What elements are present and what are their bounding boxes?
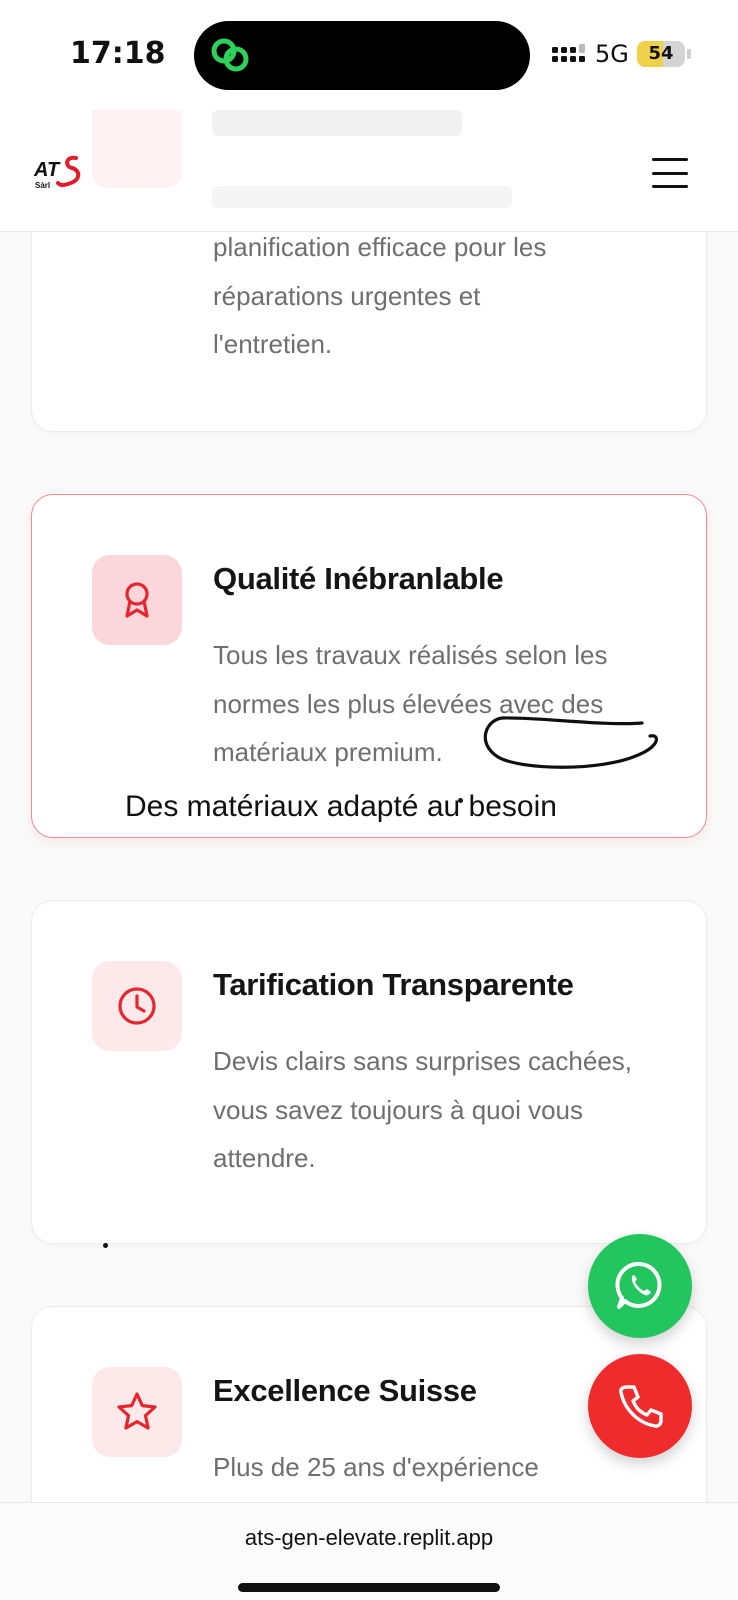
feature-icon-box (92, 1367, 182, 1457)
underlying-card-text (212, 186, 512, 208)
call-button[interactable] (588, 1354, 692, 1458)
feature-card-pricing: Tarification Transparente Devis clairs s… (31, 900, 707, 1244)
link-icon (211, 38, 249, 72)
url-label[interactable]: ats-gen-elevate.replit.app (0, 1525, 738, 1551)
menu-bar (652, 171, 688, 175)
feature-card-desc: Plus de 25 ans d'expérience (213, 1452, 539, 1482)
browser-address-bar[interactable]: ats-gen-elevate.replit.app (0, 1502, 738, 1600)
dynamic-island (194, 21, 530, 90)
clock-icon (118, 987, 156, 1025)
home-indicator[interactable] (238, 1583, 500, 1592)
feature-card-quality: Qualité Inébranlable Tous les travaux ré… (31, 494, 707, 838)
feature-card-title: Qualité Inébranlable (213, 561, 504, 596)
battery-indicator: 54 (637, 41, 685, 67)
feature-card-title: Excellence Suisse (213, 1373, 477, 1408)
site-header: AT Sàrl (0, 110, 738, 232)
signal-icon (552, 44, 585, 62)
handwritten-annotation-text: Des matériaux adapté au besoin (125, 790, 557, 823)
battery-label: 54 (648, 43, 674, 64)
status-bar: 17:18 5G 54 (0, 0, 738, 110)
feature-card-desc: Devis clairs sans surprises cachées, vou… (213, 1046, 633, 1173)
feature-card-title: Tarification Transparente (213, 967, 574, 1002)
whatsapp-icon (615, 1261, 662, 1309)
phone-icon (619, 1385, 663, 1428)
menu-bar (652, 185, 688, 188)
whatsapp-button[interactable] (588, 1234, 692, 1338)
ink-dot (458, 798, 463, 803)
underlying-card-icon (92, 110, 182, 188)
network-label: 5G (595, 40, 629, 68)
feature-card-desc: planification efficace pour les réparati… (213, 223, 673, 369)
ats-logo[interactable]: AT Sàrl (32, 152, 92, 192)
desc-line: réparations urgentes et (213, 280, 481, 311)
ink-dot (103, 1243, 108, 1248)
feature-icon-box (92, 555, 182, 645)
underlying-card-title (212, 110, 462, 136)
award-ribbon-icon (125, 582, 149, 618)
status-time: 17:18 (70, 36, 166, 71)
battery-cap (687, 49, 691, 59)
handwritten-circle-annotation (483, 716, 658, 769)
star-icon (117, 1392, 157, 1430)
svg-text:Sàrl: Sàrl (35, 181, 50, 190)
desc-line: l'entretien. (213, 329, 333, 359)
hamburger-menu-button[interactable] (650, 156, 690, 190)
svg-text:AT: AT (33, 159, 61, 181)
menu-bar (652, 158, 688, 161)
feature-icon-box (92, 961, 182, 1051)
